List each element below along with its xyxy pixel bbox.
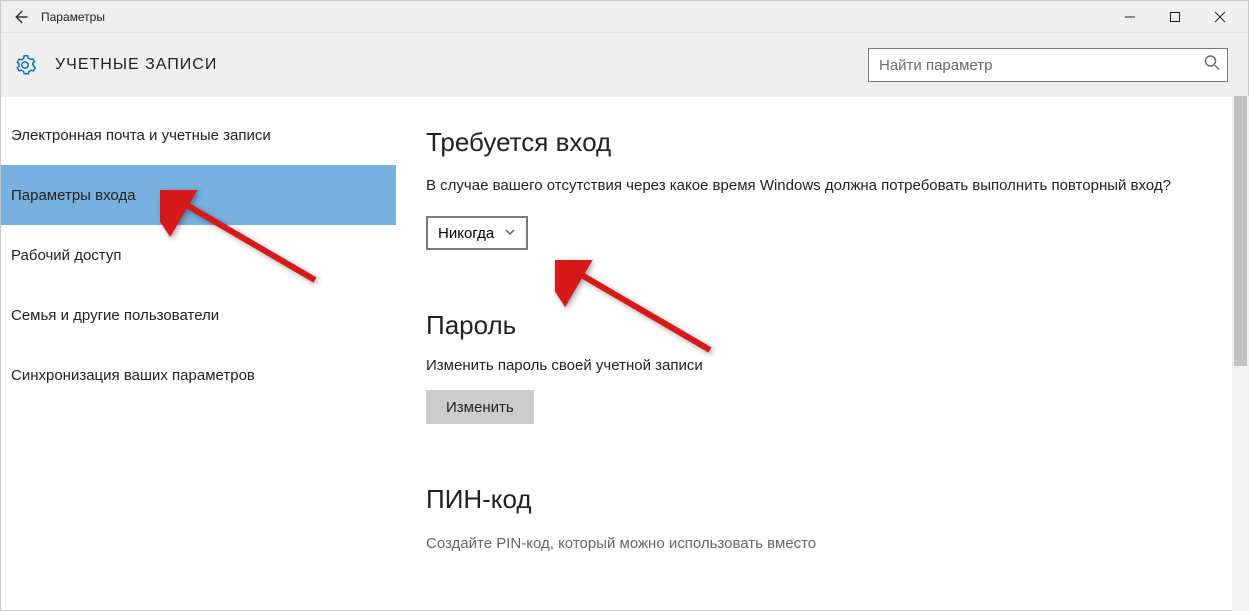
password-desc: Изменить пароль своей учетной записи — [426, 357, 1218, 374]
sidebar-item-email-accounts[interactable]: Электронная почта и учетные записи — [1, 105, 396, 165]
category-title: УЧЕТНЫЕ ЗАПИСИ — [55, 56, 868, 74]
pin-desc: Создайте PIN-код, который можно использо… — [426, 535, 1218, 552]
gear-icon — [11, 51, 39, 79]
main-panel: Требуется вход В случае вашего отсутстви… — [396, 97, 1248, 610]
search-input[interactable] — [868, 48, 1228, 82]
sidebar-item-family-users[interactable]: Семья и другие пользователи — [1, 285, 396, 345]
signin-heading: Требуется вход — [426, 127, 1218, 158]
window-controls — [1107, 2, 1242, 32]
close-button[interactable] — [1197, 2, 1242, 32]
window-title: Параметры — [41, 10, 1107, 24]
sidebar: Электронная почта и учетные записи Парам… — [1, 97, 396, 610]
scrollbar-thumb[interactable] — [1234, 96, 1247, 366]
maximize-button[interactable] — [1152, 2, 1197, 32]
sidebar-item-signin-options[interactable]: Параметры входа — [1, 165, 396, 225]
minimize-button[interactable] — [1107, 2, 1152, 32]
back-button[interactable] — [7, 4, 33, 30]
signin-desc: В случае вашего отсутствия через какое в… — [426, 174, 1186, 198]
header: УЧЕТНЫЕ ЗАПИСИ — [1, 33, 1248, 97]
chevron-down-icon — [504, 225, 516, 242]
scrollbar[interactable] — [1232, 96, 1249, 611]
password-heading: Пароль — [426, 310, 1218, 341]
require-signin-select[interactable]: Никогда — [426, 216, 528, 250]
change-password-button[interactable]: Изменить — [426, 390, 534, 424]
pin-heading: ПИН-код — [426, 484, 1218, 515]
titlebar: Параметры — [1, 1, 1248, 33]
body: Электронная почта и учетные записи Парам… — [1, 97, 1248, 610]
sidebar-item-work-access[interactable]: Рабочий доступ — [1, 225, 396, 285]
settings-window: Параметры УЧЕТНЫЕ ЗАПИСИ Электронная поч… — [0, 0, 1249, 611]
search-wrap — [868, 48, 1228, 82]
select-value: Никогда — [438, 225, 494, 242]
sidebar-item-sync-settings[interactable]: Синхронизация ваших параметров — [1, 345, 396, 405]
